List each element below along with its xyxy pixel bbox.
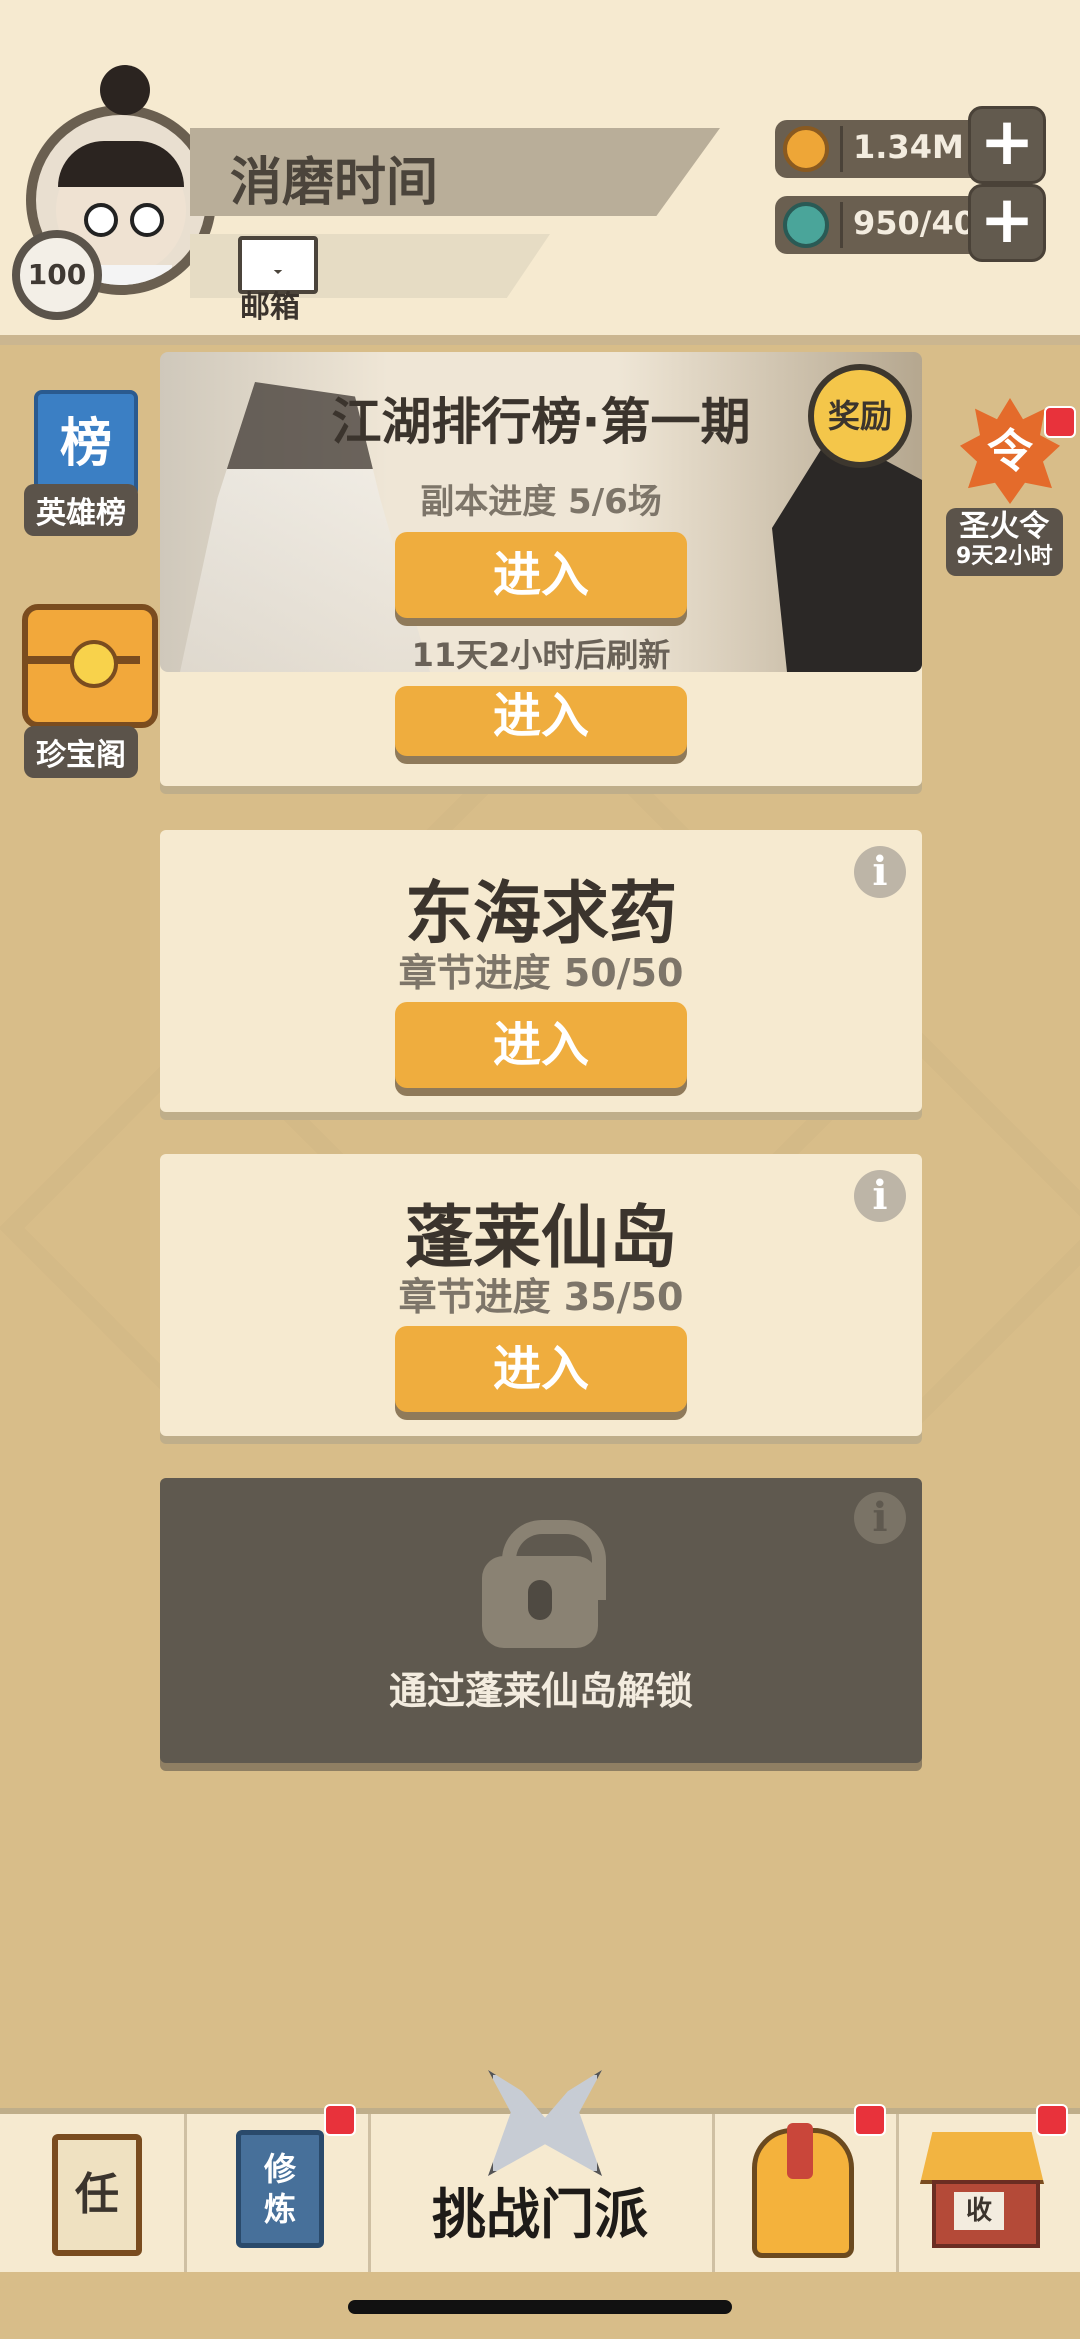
jianghu-ranking-banner: 江湖排行榜·第一期 副本进度 5/6场 进入 11天2小时后刷新 奖励: [160, 352, 922, 672]
chest-star-icon: [70, 640, 118, 688]
gem-value: 950/40: [853, 204, 977, 242]
training-book-label: 修 炼: [263, 2150, 296, 2228]
currency-separator: [840, 126, 843, 172]
sacred-fire-label-box[interactable]: 圣火令 9天2小时: [946, 508, 1063, 576]
add-coins-button[interactable]: +: [968, 106, 1046, 184]
building-sign: 收: [954, 2192, 1004, 2230]
player-name: 消磨时间: [230, 153, 439, 213]
enter-button[interactable]: 进入: [395, 686, 687, 756]
notification-dot: [1036, 2104, 1068, 2136]
coin-icon: [783, 126, 829, 172]
helmet-crest: [787, 2123, 813, 2179]
bottom-navigation: 任 修 炼 挑战门派 收: [0, 2070, 1080, 2272]
locked-dungeon-card: i 通过蓬莱仙岛解锁: [160, 1478, 922, 1763]
notification-dot: [854, 2104, 886, 2136]
dungeon-card-east-sea: i 东海求药 章节进度 50/50 进入: [160, 830, 922, 1112]
nav-training[interactable]: 修 炼: [184, 2114, 371, 2272]
nav-challenge-sect[interactable]: 挑战门派: [368, 2070, 715, 2272]
player-level-badge: 100: [12, 230, 102, 320]
hero-ranking-label[interactable]: 英雄榜: [24, 484, 138, 536]
nav-tasks[interactable]: 任: [0, 2114, 187, 2272]
training-book-icon: 修 炼: [236, 2130, 324, 2248]
avatar-hair-bun: [100, 65, 150, 115]
top-header: 100 消磨时间 邮箱 1.34M + 950/40 +: [0, 0, 1080, 345]
nav-collect[interactable]: 收: [896, 2114, 1080, 2272]
sacred-fire-timer: 9天2小时: [956, 544, 1053, 569]
gem-icon: [783, 202, 829, 248]
mail-label[interactable]: 邮箱: [240, 282, 300, 326]
dungeon-card-penglai: i 蓬莱仙岛 章节进度 35/50 进入: [160, 1154, 922, 1436]
challenge-sect-label: 挑战门派: [432, 2183, 648, 2246]
home-indicator[interactable]: [348, 2300, 732, 2314]
banner-enter-button[interactable]: 进入: [395, 532, 687, 618]
sacred-fire-label: 圣火令: [959, 509, 1050, 544]
banner-progress: 副本进度 5/6场: [420, 482, 662, 522]
nav-equipment[interactable]: [712, 2114, 899, 2272]
task-scroll-icon: 任: [52, 2134, 142, 2256]
lock-keyhole: [528, 1580, 552, 1620]
coin-value: 1.34M: [853, 128, 964, 166]
card-progress: 章节进度 35/50: [398, 1275, 684, 1319]
crossed-swords-icon: [488, 2070, 602, 2176]
building-icon: 收: [920, 2132, 1044, 2248]
notification-dot: [324, 2104, 356, 2136]
unlock-requirement-text: 通过蓬莱仙岛解锁: [388, 1669, 693, 1713]
notification-dot: [1044, 406, 1076, 438]
card-progress: 章节进度 50/50: [398, 951, 684, 995]
currency-separator: [840, 202, 843, 248]
hero-ranking-icon[interactable]: 榜: [34, 390, 138, 498]
banner-refresh-timer: 11天2小时后刷新: [411, 636, 671, 672]
reward-badge[interactable]: 奖励: [808, 364, 912, 468]
enter-button[interactable]: 进入: [395, 1002, 687, 1088]
enter-button[interactable]: 进入: [395, 1326, 687, 1412]
helmet-icon: [752, 2123, 854, 2258]
treasure-pavilion-label[interactable]: 珍宝阁: [24, 726, 138, 778]
info-icon[interactable]: i: [854, 1492, 906, 1544]
add-gems-button[interactable]: +: [968, 184, 1046, 262]
treasure-chest-icon[interactable]: [22, 604, 158, 728]
building-roof: [920, 2132, 1044, 2184]
